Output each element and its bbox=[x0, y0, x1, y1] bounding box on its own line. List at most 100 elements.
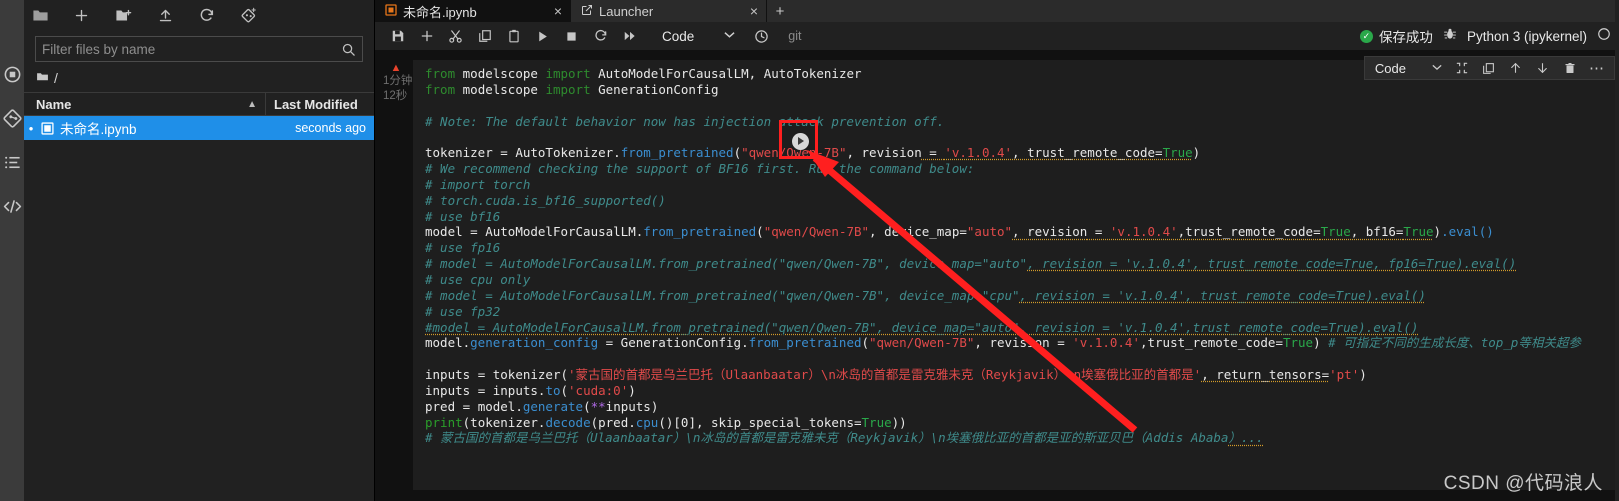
code-token: = bbox=[462, 398, 478, 414]
column-header-name[interactable]: Name ▲ bbox=[24, 93, 266, 115]
code-token: AutoModelForCausalLM. bbox=[485, 224, 644, 240]
code-token: modelscope bbox=[462, 66, 546, 81]
bug-icon[interactable] bbox=[1443, 27, 1457, 46]
code-token: ( bbox=[756, 224, 764, 240]
activity-bar bbox=[0, 0, 24, 501]
code-line: # use fp32 bbox=[425, 304, 1619, 320]
code-token: True bbox=[1320, 224, 1351, 240]
code-line: # use cpu only bbox=[425, 272, 1619, 288]
code-token: generate bbox=[522, 398, 584, 414]
duplicate-cell-button[interactable] bbox=[1475, 57, 1502, 79]
code-token: # use bf16 bbox=[425, 208, 501, 224]
breadcrumb[interactable]: / bbox=[24, 66, 374, 92]
code-token: generation_config bbox=[470, 335, 599, 351]
column-header-last-modified-label: Last Modified bbox=[274, 96, 358, 112]
cell-type-select[interactable]: Code bbox=[658, 29, 739, 44]
cell-gutter: ▲ 1分钟12秒 bbox=[375, 60, 413, 490]
restart-button[interactable] bbox=[586, 23, 615, 49]
code-token: inputs) bbox=[605, 398, 659, 414]
code-line: # We recommend checking the support of B… bbox=[425, 161, 1619, 177]
cut-button[interactable] bbox=[441, 23, 470, 49]
code-token: inputs bbox=[425, 382, 478, 398]
restart-run-all-button[interactable] bbox=[615, 23, 644, 49]
code-token: , revision = 'v.1.0.4', trust_remote_cod… bbox=[1019, 287, 1426, 303]
close-icon[interactable]: × bbox=[538, 4, 562, 18]
cell-type-select-inline[interactable]: Code bbox=[1369, 61, 1448, 76]
save-button[interactable] bbox=[383, 23, 412, 49]
breadcrumb-root[interactable]: / bbox=[54, 70, 58, 86]
tab-notebook[interactable]: 未命名.ipynb × bbox=[375, 0, 571, 22]
new-folder-icon[interactable] bbox=[102, 1, 144, 29]
code-token: model. bbox=[425, 335, 471, 351]
collapse-cell-button[interactable] bbox=[1448, 57, 1475, 79]
close-icon[interactable]: × bbox=[734, 4, 758, 18]
column-header-last-modified[interactable]: Last Modified bbox=[266, 93, 374, 115]
notebook-toolbar: Code git ✓ 保存成功 Python 3 (ipykernel) bbox=[375, 22, 1619, 50]
run-cell-button[interactable] bbox=[789, 130, 811, 152]
sidebar-item-running[interactable] bbox=[0, 52, 24, 96]
code-token: # import torch bbox=[425, 176, 531, 192]
file-filter[interactable] bbox=[35, 36, 363, 62]
chevron-down-icon bbox=[724, 30, 735, 42]
git-label[interactable]: git bbox=[788, 29, 801, 43]
code-token: (tokenizer. bbox=[462, 414, 546, 430]
run-button[interactable] bbox=[528, 23, 557, 49]
paste-button[interactable] bbox=[499, 23, 528, 49]
code-token: import bbox=[545, 81, 599, 97]
right-scroll-edge bbox=[1615, 0, 1619, 501]
chevron-down-icon bbox=[1432, 63, 1442, 73]
code-token: # use fp16 bbox=[425, 240, 501, 256]
code-token: 'pt' bbox=[1329, 367, 1360, 383]
code-line: # Note: The default behavior now has inj… bbox=[425, 114, 1619, 130]
code-line: pred = model.generate(**inputs) bbox=[425, 399, 1619, 415]
notebook-cell: ▲ 1分钟12秒 from modelscope import AutoMode… bbox=[375, 50, 1619, 490]
tab-launcher[interactable]: Launcher × bbox=[571, 0, 767, 22]
folder-icon[interactable] bbox=[30, 1, 60, 29]
cell-toolbar: Code ⋯ bbox=[1363, 56, 1615, 80]
upload-icon[interactable] bbox=[144, 1, 186, 29]
insert-cell-button[interactable] bbox=[412, 23, 441, 49]
breadcrumb-folder-icon bbox=[36, 70, 49, 86]
sidebar-item-git[interactable] bbox=[0, 96, 24, 140]
code-line: tokenizer = AutoTokenizer.from_pretraine… bbox=[425, 145, 1619, 161]
code-line: print(tokenizer.decode(pred.cpu()[0], sk… bbox=[425, 415, 1619, 431]
tab-label: Launcher bbox=[599, 3, 654, 19]
list-item[interactable]: • 未命名.ipynb seconds ago bbox=[24, 116, 374, 140]
new-git-icon[interactable] bbox=[228, 1, 270, 29]
kernel-name-label[interactable]: Python 3 (ipykernel) bbox=[1467, 29, 1587, 44]
code-line: model = AutoModelForCausalLM.from_pretra… bbox=[425, 224, 1619, 240]
move-cell-down-button[interactable] bbox=[1529, 57, 1556, 79]
code-token: 'v.1.0.4' bbox=[944, 145, 1013, 161]
cell-type-value-inline: Code bbox=[1374, 60, 1406, 76]
move-cell-up-button[interactable] bbox=[1502, 57, 1529, 79]
new-launcher-icon[interactable] bbox=[60, 1, 102, 29]
code-token: = bbox=[1087, 224, 1110, 240]
stop-button[interactable] bbox=[557, 23, 586, 49]
search-input[interactable] bbox=[42, 41, 341, 57]
code-token: AutoModelForCausalLM, AutoTokenizer bbox=[598, 66, 862, 81]
code-token: ( bbox=[861, 335, 870, 351]
code-line: inputs = tokenizer('蒙古国的首都是乌兰巴托（Ulaanbaa… bbox=[425, 367, 1619, 383]
more-options-button[interactable]: ⋯ bbox=[1583, 57, 1610, 79]
sidebar-item-toc[interactable] bbox=[0, 140, 24, 184]
clock-icon[interactable] bbox=[747, 23, 776, 49]
code-token: = bbox=[477, 367, 493, 383]
code-token: , revision = 'v.1.0.4', trust_remote_cod… bbox=[1027, 256, 1517, 272]
kernel-status-icon[interactable] bbox=[1597, 27, 1611, 46]
sidebar-item-extensions[interactable] bbox=[0, 184, 24, 228]
code-editor[interactable]: from modelscope import AutoModelForCausa… bbox=[413, 60, 1619, 490]
copy-button[interactable] bbox=[470, 23, 499, 49]
new-tab-button[interactable]: + bbox=[767, 0, 793, 22]
code-token: '蒙古国的首都是乌兰巴托（Ulaanbaatar）\n冰岛的首都是雷克雅未克（R… bbox=[568, 367, 1202, 383]
code-token: = bbox=[470, 224, 486, 240]
refresh-icon[interactable] bbox=[186, 1, 228, 29]
code-token: = bbox=[598, 335, 621, 351]
tab-bar: 未命名.ipynb × Launcher × + bbox=[375, 0, 1619, 22]
code-token: AutoTokenizer. bbox=[515, 145, 621, 161]
code-line: # use fp16 bbox=[425, 240, 1619, 256]
code-line: inputs = inputs.to('cuda:0') bbox=[425, 383, 1619, 399]
code-token: ()[ bbox=[658, 414, 681, 430]
notebook-body: Code ⋯ ▲ 1分钟12秒 from modelscope import A… bbox=[375, 50, 1619, 501]
delete-cell-button[interactable] bbox=[1556, 57, 1583, 79]
